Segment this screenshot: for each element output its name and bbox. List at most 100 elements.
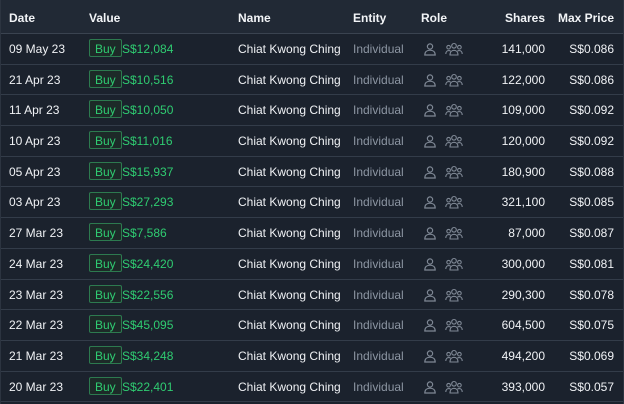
- role-icons: [423, 256, 463, 272]
- transaction-date: 24 Mar 23: [9, 256, 64, 271]
- insider-name[interactable]: Chiat Kwong Ching: [238, 318, 341, 332]
- table-header: Date Value Name Entity Role Shares Max P…: [1, 0, 623, 34]
- column-header-entity[interactable]: Entity: [353, 11, 386, 25]
- column-header-role[interactable]: Role: [421, 11, 447, 25]
- table-row[interactable]: 24 Mar 23 Buy S$24,420 Chiat Kwong Ching…: [1, 249, 623, 280]
- table-row[interactable]: 05 Apr 23 Buy S$15,937 Chiat Kwong Ching…: [1, 157, 623, 188]
- insider-name[interactable]: Chiat Kwong Ching: [238, 73, 341, 87]
- column-header-value[interactable]: Value: [89, 11, 120, 25]
- shares-count: 120,000: [501, 134, 545, 149]
- insider-name[interactable]: Chiat Kwong Ching: [238, 42, 341, 56]
- entity-type: Individual: [353, 287, 404, 302]
- shares-count: 87,000: [508, 226, 545, 241]
- table-row[interactable]: 21 Mar 23 Buy S$34,248 Chiat Kwong Ching…: [1, 341, 623, 372]
- table-row[interactable]: 22 Mar 23 Buy S$45,095 Chiat Kwong Ching…: [1, 310, 623, 341]
- entity-type: Individual: [353, 134, 404, 149]
- column-header-name[interactable]: Name: [238, 11, 271, 25]
- entity-type: Individual: [353, 379, 404, 394]
- column-header-max-price[interactable]: Max Price: [558, 11, 614, 25]
- group-icon[interactable]: [445, 195, 463, 209]
- group-icon[interactable]: [445, 318, 463, 332]
- group-icon[interactable]: [445, 288, 463, 302]
- transaction-value: S$10,516: [122, 72, 174, 87]
- person-icon[interactable]: [423, 73, 437, 87]
- transaction-value: S$27,293: [122, 195, 174, 210]
- table-row[interactable]: 27 Mar 23 Buy S$7,586 Chiat Kwong Ching …: [1, 218, 623, 249]
- group-icon[interactable]: [445, 42, 463, 56]
- table-row[interactable]: 09 May 23 Buy S$12,084 Chiat Kwong Ching…: [1, 34, 623, 65]
- person-icon[interactable]: [423, 134, 437, 148]
- role-icons: [423, 72, 463, 88]
- shares-count: 604,500: [501, 318, 545, 333]
- person-icon[interactable]: [423, 288, 437, 302]
- role-icons: [423, 348, 463, 364]
- insider-name[interactable]: Chiat Kwong Ching: [238, 288, 341, 302]
- insider-name[interactable]: Chiat Kwong Ching: [238, 165, 341, 179]
- entity-type: Individual: [353, 348, 404, 363]
- person-icon[interactable]: [423, 42, 437, 56]
- buy-badge: Buy: [89, 223, 122, 242]
- max-price: S$0.085: [569, 195, 614, 210]
- shares-count: 321,100: [501, 195, 545, 210]
- transaction-date: 11 Apr 23: [9, 103, 60, 118]
- group-icon[interactable]: [445, 257, 463, 271]
- shares-count: 393,000: [501, 379, 545, 394]
- insider-name[interactable]: Chiat Kwong Ching: [238, 349, 341, 363]
- entity-type: Individual: [353, 226, 404, 241]
- group-icon[interactable]: [445, 349, 463, 363]
- role-icons: [423, 194, 463, 210]
- insider-name[interactable]: Chiat Kwong Ching: [238, 195, 341, 209]
- buy-badge: Buy: [89, 69, 122, 88]
- buy-badge: Buy: [89, 100, 122, 119]
- entity-type: Individual: [353, 42, 404, 56]
- table-row[interactable]: 11 Apr 23 Buy S$10,050 Chiat Kwong Ching…: [1, 95, 623, 127]
- column-header-shares[interactable]: Shares: [505, 11, 545, 25]
- shares-count: 122,000: [501, 72, 545, 87]
- table-row[interactable]: 23 Mar 23 Buy S$22,556 Chiat Kwong Ching…: [1, 280, 623, 311]
- transaction-value: S$45,095: [122, 318, 174, 333]
- person-icon[interactable]: [423, 257, 437, 271]
- group-icon[interactable]: [445, 165, 463, 179]
- insider-name[interactable]: Chiat Kwong Ching: [238, 134, 341, 148]
- person-icon[interactable]: [423, 380, 437, 394]
- max-price: S$0.075: [569, 318, 614, 333]
- table-row[interactable]: 03 Apr 23 Buy S$27,293 Chiat Kwong Ching…: [1, 187, 623, 219]
- buy-badge: Buy: [89, 253, 122, 272]
- group-icon[interactable]: [445, 73, 463, 87]
- buy-badge: Buy: [89, 345, 122, 364]
- entity-type: Individual: [353, 164, 404, 179]
- insider-name[interactable]: Chiat Kwong Ching: [238, 103, 341, 117]
- max-price: S$0.081: [569, 256, 614, 271]
- shares-count: 494,200: [501, 348, 545, 363]
- insider-name[interactable]: Chiat Kwong Ching: [238, 226, 341, 240]
- insider-name[interactable]: Chiat Kwong Ching: [238, 257, 341, 271]
- transaction-value: S$34,248: [122, 348, 174, 363]
- transaction-value: S$22,401: [122, 379, 174, 394]
- group-icon[interactable]: [445, 226, 463, 240]
- group-icon[interactable]: [445, 134, 463, 148]
- table-row[interactable]: 21 Apr 23 Buy S$10,516 Chiat Kwong Ching…: [1, 65, 623, 96]
- transaction-value: S$22,556: [122, 287, 174, 302]
- shares-count: 300,000: [501, 256, 545, 271]
- column-header-date[interactable]: Date: [9, 11, 35, 25]
- person-icon[interactable]: [423, 165, 437, 179]
- role-icons: [423, 225, 463, 241]
- group-icon[interactable]: [445, 103, 463, 117]
- transaction-date: 21 Mar 23: [9, 348, 64, 363]
- transaction-date: 05 Apr 23: [9, 164, 61, 179]
- person-icon[interactable]: [423, 318, 437, 332]
- transaction-value: S$7,586: [122, 226, 167, 241]
- table-row[interactable]: 20 Mar 23 Buy S$22,401 Chiat Kwong Ching…: [1, 372, 623, 403]
- person-icon[interactable]: [423, 103, 437, 117]
- insider-name[interactable]: Chiat Kwong Ching: [238, 380, 341, 394]
- transaction-value: S$24,420: [122, 256, 174, 271]
- transaction-date: 10 Apr 23: [9, 134, 61, 149]
- table-row[interactable]: 10 Apr 23 Buy S$11,016 Chiat Kwong Ching…: [1, 126, 623, 157]
- group-icon[interactable]: [445, 380, 463, 394]
- person-icon[interactable]: [423, 195, 437, 210]
- max-price: S$0.087: [569, 226, 614, 241]
- person-icon[interactable]: [423, 226, 437, 240]
- person-icon[interactable]: [423, 349, 437, 363]
- transaction-date: 27 Mar 23: [9, 226, 64, 241]
- transaction-value: S$15,937: [122, 164, 174, 179]
